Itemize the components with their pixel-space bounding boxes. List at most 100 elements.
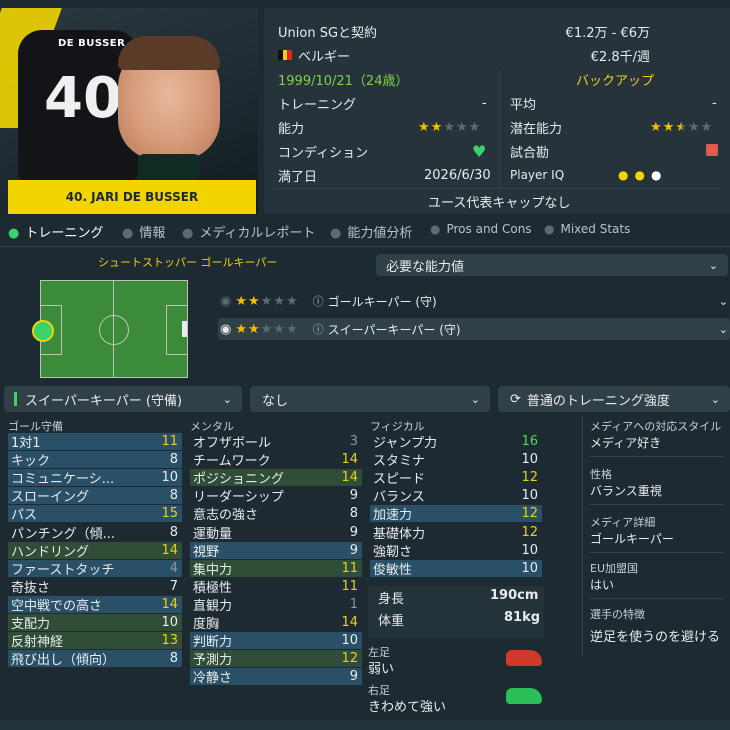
attr-name: スピード: [373, 472, 426, 488]
mental-attr-row[interactable]: 運動量 9: [190, 524, 362, 542]
physical-attr-row[interactable]: ジャンプ力 16: [370, 433, 542, 451]
mental-attr-row[interactable]: 冷静さ 9: [190, 668, 362, 687]
mental-attr-row[interactable]: オフザボール 3: [190, 433, 362, 451]
mental-attr-row[interactable]: 積極性 11: [190, 578, 362, 596]
gk-attr-row[interactable]: 空中戦での高さ 14: [8, 595, 182, 614]
player-name-bar: 40. JARI DE BUSSER: [8, 180, 256, 214]
attr-value: 12: [521, 524, 538, 540]
mental-attr-row[interactable]: 直観力 1: [190, 596, 362, 614]
attr-name: キック: [11, 454, 51, 470]
attr-value: 10: [341, 633, 358, 649]
attr-value: 3: [349, 434, 358, 449]
radio-icon: ◉: [220, 293, 232, 309]
gk-attr-row[interactable]: パス 15: [8, 505, 182, 523]
mental-attr-row[interactable]: 判断力 10: [190, 632, 362, 651]
tab-training[interactable]: ● トレーニング: [8, 222, 103, 241]
wage-range: €1.2万 - €6万: [565, 25, 650, 41]
right-boot-icon: [506, 688, 542, 704]
attr-name: オフザボール: [193, 436, 272, 451]
gk-attr-row[interactable]: スローイング 8: [8, 487, 182, 505]
mental-attr-row[interactable]: ポジショニング 14: [190, 469, 362, 488]
mental-attr-row[interactable]: 視野 9: [190, 541, 362, 560]
training-label: トレーニング: [278, 97, 357, 113]
attr-name: 予測力: [193, 653, 233, 669]
physical-attr-row[interactable]: 基礎体力 12: [370, 524, 542, 542]
attr-name: 加速力: [373, 508, 413, 524]
gk-attr-row[interactable]: 1対1 11: [8, 433, 182, 451]
gk-attr-row[interactable]: パンチング（傾... 8: [8, 524, 182, 542]
tab-divider: [0, 246, 730, 247]
attr-value: 10: [161, 615, 178, 630]
physical-attr-row[interactable]: スタミナ 10: [370, 451, 542, 469]
attr-value: 8: [169, 524, 178, 540]
shirt-name: DE BUSSER: [58, 38, 126, 49]
ability-stars: ★★ ★★★: [418, 119, 482, 135]
player-traits: 選手の特徴 逆足を使うのを避ける: [590, 608, 721, 645]
attr-value: 8: [169, 452, 178, 468]
role-row-goalkeeper[interactable]: ◉ ★★★★★ ⓘ ゴールキーパー (守) ⌄: [220, 290, 730, 312]
required-attributes-dropdown[interactable]: 必要な能力値 ⌄: [376, 254, 728, 276]
tab-info[interactable]: ● 情報: [122, 222, 165, 241]
player-photo-hair: [118, 36, 220, 70]
additional-focus-select[interactable]: なし ⌄: [250, 386, 490, 412]
attr-name: 積極性: [193, 580, 233, 596]
attr-name: パンチング（傾...: [11, 526, 116, 542]
gk-attr-row[interactable]: キック 8: [8, 451, 182, 470]
attr-value: 13: [161, 633, 178, 649]
gk-attr-row[interactable]: 反射神経 13: [8, 632, 182, 651]
attr-value: 8: [169, 488, 178, 504]
body-panel: 身長 190cm 体重 81kg: [368, 586, 544, 638]
mental-attr-row[interactable]: 集中力 11: [190, 559, 362, 578]
physical-attr-row[interactable]: スピード 12: [370, 469, 542, 488]
goalkeeper-position-marker: [32, 320, 54, 342]
physical-attr-row[interactable]: バランス 10: [370, 487, 542, 506]
attr-value: 11: [161, 434, 178, 449]
mental-attr-row[interactable]: 度胸 14: [190, 614, 362, 632]
attr-value: 11: [341, 560, 358, 576]
role-row-sweeper-keeper[interactable]: ◉ ★★★★★ ⓘ スイーパーキーパー (守) ⌄: [218, 318, 730, 340]
attr-name: 冷静さ: [193, 671, 233, 687]
nationality-label: ベルギー: [298, 49, 351, 65]
attr-name: ポジショニング: [193, 472, 285, 488]
physical-attr-row[interactable]: 強靭さ 10: [370, 542, 542, 560]
tab-medical[interactable]: ● メディカルレポート: [182, 222, 315, 241]
tab-mixed-stats[interactable]: ● Mixed Stats: [544, 222, 630, 236]
gk-attr-row[interactable]: 支配力 10: [8, 614, 182, 632]
tab-attribute-analysis[interactable]: ● 能力値分析: [330, 222, 412, 241]
attr-value: 4: [169, 560, 178, 576]
training-role-select[interactable]: スイーパーキーパー (守備) ⌄: [4, 386, 242, 412]
attr-name: 反射神経: [11, 635, 64, 651]
mental-attr-row[interactable]: 予測力 12: [190, 650, 362, 669]
attr-name: 空中戦での高さ: [11, 598, 103, 614]
gk-attr-row[interactable]: ハンドリング 14: [8, 541, 182, 560]
attr-name: コミュニケーシ...: [11, 472, 115, 488]
height-value: 190cm: [490, 588, 539, 603]
tab-pros-cons[interactable]: ● Pros and Cons: [430, 222, 532, 236]
eu-member: EU加盟国 はい: [590, 562, 639, 592]
attr-name: ハンドリング: [11, 544, 90, 560]
mental-attr-row[interactable]: リーダーシップ 9: [190, 487, 362, 505]
roles-header: シュートストッパー ゴールキーパー: [98, 256, 278, 269]
weight-label: 体重: [378, 614, 405, 629]
belgium-flag-icon: [278, 50, 293, 60]
nationality[interactable]: ベルギー: [278, 44, 350, 66]
attr-value: 14: [341, 615, 358, 630]
attr-name: ファーストタッチ: [11, 562, 115, 578]
attr-name: バランス: [373, 490, 425, 506]
physical-attr-row[interactable]: 加速力 12: [370, 505, 542, 524]
training-intensity-select[interactable]: ⟳ 普通のトレーニング強度 ⌄: [498, 386, 730, 412]
mental-attr-row[interactable]: 意志の強さ 8: [190, 505, 362, 523]
gk-attr-row[interactable]: 飛び出し（傾向） 8: [8, 650, 182, 668]
physical-attr-row[interactable]: 俊敏性 10: [370, 559, 542, 578]
gk-attr-row[interactable]: ファーストタッチ 4: [8, 559, 182, 578]
position-pitch[interactable]: [40, 280, 188, 378]
refresh-icon: ⟳: [510, 391, 521, 407]
contract-club[interactable]: Union SGと契約: [278, 20, 377, 42]
attr-name: 直観力: [193, 598, 233, 614]
chevron-down-icon: ⌄: [718, 294, 728, 308]
mental-attr-row[interactable]: チームワーク 14: [190, 451, 362, 469]
attr-name: 判断力: [193, 635, 233, 651]
youth-caps-text: ユース代表キャップなし: [428, 195, 571, 211]
gk-attr-row[interactable]: コミュニケーシ... 10: [8, 469, 182, 488]
gk-attr-row[interactable]: 奇抜さ 7: [8, 578, 182, 596]
